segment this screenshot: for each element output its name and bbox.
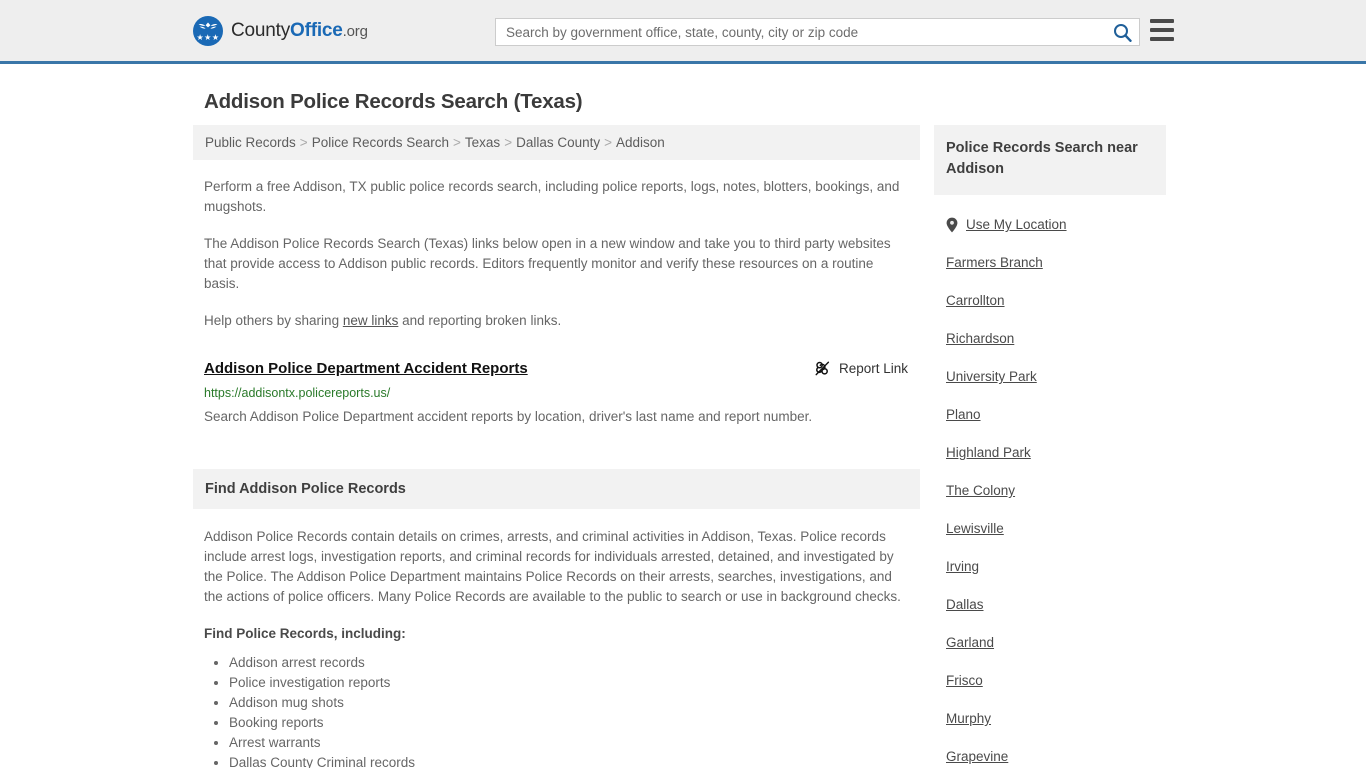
brand-county: County xyxy=(231,19,291,41)
result-header-row: Addison Police Department Accident Repor… xyxy=(204,359,908,378)
nearby-link[interactable]: Dallas xyxy=(946,596,984,614)
breadcrumb-item-dallas-county[interactable]: Dallas County xyxy=(516,135,600,150)
section-heading: Find Addison Police Records xyxy=(193,469,920,509)
result-title-link[interactable]: Addison Police Department Accident Repor… xyxy=(204,359,528,378)
result-url[interactable]: https://addisontx.policereports.us/ xyxy=(204,385,908,401)
breadcrumb-item-addison[interactable]: Addison xyxy=(616,135,665,150)
list-item: Dallas County Criminal records xyxy=(229,753,908,768)
site-header: ★★★ CountyOffice.org xyxy=(0,0,1366,64)
site-logo-link[interactable]: ★★★ CountyOffice.org xyxy=(193,15,368,46)
breadcrumb-separator: > xyxy=(604,135,613,150)
stars-icon: ★★★ xyxy=(196,32,220,42)
menu-bar-2 xyxy=(1150,28,1174,32)
share-text-after: and reporting broken links. xyxy=(398,313,562,328)
nearby-link[interactable]: Garland xyxy=(946,634,994,652)
search-input[interactable] xyxy=(496,19,1105,45)
search-icon xyxy=(1113,23,1132,42)
result-item: Addison Police Department Accident Repor… xyxy=(204,359,920,428)
list-item: Arrest warrants xyxy=(229,733,908,753)
nearby-link[interactable]: Plano xyxy=(946,406,981,424)
nearby-link[interactable]: Irving xyxy=(946,558,979,576)
report-link-button[interactable]: Report Link xyxy=(814,360,908,377)
sidebar-item-richardson[interactable]: Richardson xyxy=(946,330,1154,348)
intro-paragraph-3: Help others by sharing new links and rep… xyxy=(204,311,908,331)
sidebar-item-carrollton[interactable]: Carrollton xyxy=(946,292,1154,310)
section-paragraph: Addison Police Records contain details o… xyxy=(204,529,901,604)
nearby-link[interactable]: Grapevine xyxy=(946,748,1008,766)
search-bar[interactable] xyxy=(495,18,1140,46)
brand-office: Office xyxy=(290,19,343,41)
sidebar-links: Use My Location Farmers Branch Carrollto… xyxy=(934,216,1166,768)
nearby-link[interactable]: Highland Park xyxy=(946,444,1031,462)
list-item: Addison arrest records xyxy=(229,653,908,673)
report-link-label: Report Link xyxy=(838,361,908,376)
sidebar-item-murphy[interactable]: Murphy xyxy=(946,710,1154,728)
menu-bar-3 xyxy=(1150,37,1174,41)
search-button[interactable] xyxy=(1105,19,1139,45)
nearby-link[interactable]: Carrollton xyxy=(946,292,1005,310)
nearby-link[interactable]: University Park xyxy=(946,368,1037,386)
breadcrumb-separator: > xyxy=(504,135,513,150)
sidebar-item-frisco[interactable]: Frisco xyxy=(946,672,1154,690)
sidebar-item-highland-park[interactable]: Highland Park xyxy=(946,444,1154,462)
nearby-link[interactable]: Richardson xyxy=(946,330,1014,348)
nearby-link[interactable]: Frisco xyxy=(946,672,983,690)
content-columns: Public Records > Police Records Search > Tex… xyxy=(193,125,1366,768)
map-pin-icon xyxy=(946,217,958,233)
list-item: Police investigation reports xyxy=(229,673,908,693)
sidebar-item-irving[interactable]: Irving xyxy=(946,558,1154,576)
list-item: Addison mug shots xyxy=(229,693,908,713)
breadcrumb-item-public-records[interactable]: Public Records xyxy=(205,135,296,150)
list-item: Booking reports xyxy=(229,713,908,733)
sidebar-item-use-my-location[interactable]: Use My Location xyxy=(946,216,1154,234)
sidebar-heading: Police Records Search near Addison xyxy=(934,125,1166,195)
page-title: Addison Police Records Search (Texas) xyxy=(204,90,583,113)
nearby-link[interactable]: Farmers Branch xyxy=(946,254,1043,272)
sidebar-item-the-colony[interactable]: The Colony xyxy=(946,482,1154,500)
use-my-location-link[interactable]: Use My Location xyxy=(966,216,1067,234)
menu-bar-1 xyxy=(1150,19,1174,23)
result-description: Search Addison Police Department acciden… xyxy=(204,409,813,424)
sidebar-item-dallas[interactable]: Dallas xyxy=(946,596,1154,614)
sidebar-item-garland[interactable]: Garland xyxy=(946,634,1154,652)
main-content: Public Records > Police Records Search > Tex… xyxy=(193,125,920,768)
hamburger-menu-button[interactable] xyxy=(1150,19,1174,41)
sidebar: Police Records Search near Addison Use M… xyxy=(934,125,1166,768)
breadcrumb-separator: > xyxy=(453,135,461,150)
section-list-heading: Find Police Records, including: xyxy=(204,626,406,641)
sidebar-item-plano[interactable]: Plano xyxy=(946,406,1154,424)
section-body: Addison Police Records contain details o… xyxy=(204,527,908,768)
breadcrumb: Public Records > Police Records Search > Tex… xyxy=(193,125,920,160)
sidebar-item-university-park[interactable]: University Park xyxy=(946,368,1154,386)
sidebar-item-grapevine[interactable]: Grapevine xyxy=(946,748,1154,766)
eagle-shield-logo-icon: ★★★ xyxy=(193,15,223,46)
page-container: Addison Police Records Search (Texas) Pu… xyxy=(0,90,1366,768)
record-types-list: Addison arrest records Police investigat… xyxy=(204,653,908,768)
intro-paragraph-2: The Addison Police Records Search (Texas… xyxy=(204,236,891,291)
sidebar-item-lewisville[interactable]: Lewisville xyxy=(946,520,1154,538)
brand-org: .org xyxy=(342,22,368,40)
breadcrumb-item-texas[interactable]: Texas xyxy=(465,135,500,150)
breadcrumb-item-police-records-search[interactable]: Police Records Search xyxy=(312,135,449,150)
nearby-link[interactable]: The Colony xyxy=(946,482,1015,500)
share-text-before: Help others by sharing xyxy=(204,313,343,328)
intro-paragraph-1: Perform a free Addison, TX public police… xyxy=(204,179,900,214)
broken-link-icon xyxy=(815,361,830,376)
nearby-link[interactable]: Lewisville xyxy=(946,520,1004,538)
sidebar-item-farmers-branch[interactable]: Farmers Branch xyxy=(946,254,1154,272)
nearby-link[interactable]: Murphy xyxy=(946,710,991,728)
new-links-link[interactable]: new links xyxy=(343,313,399,328)
brand-wordmark: CountyOffice.org xyxy=(231,20,368,42)
breadcrumb-separator: > xyxy=(299,135,308,150)
